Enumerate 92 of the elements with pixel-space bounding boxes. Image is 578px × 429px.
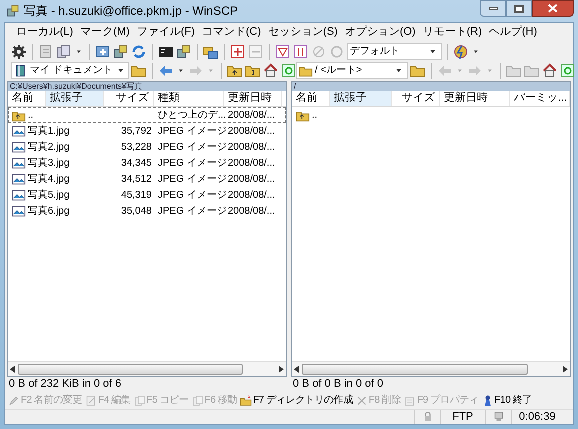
- image-file-icon: [12, 188, 26, 202]
- move-icon: [192, 394, 204, 406]
- file-row[interactable]: 写真1.jpg 35,792 JPEG イメージ2008/08/...: [8, 123, 286, 139]
- minimize-button[interactable]: [480, 0, 506, 17]
- file-row[interactable]: 写真2.jpg 53,228 JPEG イメージ2008/08/...: [8, 139, 286, 155]
- menu-item[interactable]: ローカル(L): [15, 24, 74, 40]
- profile-dropdown[interactable]: デフォルト: [347, 43, 442, 60]
- sync-icon[interactable]: [131, 44, 147, 60]
- table-cell: 2008/08/...: [228, 188, 276, 202]
- home-icon[interactable]: [263, 62, 279, 78]
- file-row[interactable]: 写真4.jpg 34,512 JPEG イメージ2008/08/...: [8, 171, 286, 187]
- menu-item[interactable]: セッション(S): [267, 24, 339, 40]
- scroll-left-arrow-icon[interactable]: [294, 366, 300, 372]
- table-cell: 2008/08/...: [228, 140, 276, 154]
- edit-icon: [85, 394, 98, 406]
- selection-status: 0 B of 232 KiB in 0 of 6: [8, 377, 123, 392]
- table-cell: 53,228: [121, 140, 152, 154]
- refresh-icon[interactable]: [281, 62, 297, 78]
- function-key-button[interactable]: F10 終了: [482, 393, 532, 408]
- lightning-globe-icon[interactable]: [453, 44, 469, 60]
- file-name: 写真6.jpg: [28, 204, 70, 218]
- file-name: 写真5.jpg: [28, 188, 70, 202]
- image-file-icon: [12, 140, 26, 154]
- delete-icon: [356, 394, 368, 406]
- menu-item[interactable]: ヘルプ(H): [488, 24, 538, 40]
- window-title: 写真 - h.suzuki@office.pkm.jp - WinSCP: [24, 3, 240, 20]
- table-cell: 2008/08/...: [228, 124, 276, 138]
- settings-icon[interactable]: [11, 44, 27, 60]
- table-cell: 34,512: [121, 172, 152, 186]
- table-cell: JPEG イメージ: [158, 172, 227, 186]
- table-cell: 45,319: [121, 188, 152, 202]
- table-cell: JPEG イメージ: [158, 204, 227, 218]
- table-cell: 35,048: [121, 204, 152, 218]
- table-cell: 34,345: [121, 156, 152, 170]
- copy-icon: [134, 394, 146, 406]
- home-icon[interactable]: [542, 62, 558, 78]
- file-name: 写真2.jpg: [28, 140, 70, 154]
- computer-icon: [492, 411, 504, 423]
- menu-item[interactable]: オプション(O): [344, 24, 417, 40]
- file-name: 写真1.jpg: [28, 124, 70, 138]
- file-row[interactable]: 写真5.jpg 45,319 JPEG イメージ2008/08/...: [8, 187, 286, 203]
- horizontal-scrollbar[interactable]: [8, 361, 286, 376]
- path-bar: /: [292, 82, 570, 91]
- selection-status: 0 B of 0 B in 0 of 0: [292, 377, 385, 392]
- file-name: 写真3.jpg: [28, 156, 70, 170]
- new-folder-icon: [240, 394, 252, 406]
- table-cell: JPEG イメージ: [158, 188, 227, 202]
- table-cell: JPEG イメージ: [158, 156, 227, 170]
- file-row[interactable]: .. ひとつ上のデ... 2008/08/...: [8, 107, 286, 123]
- elapsed-time: 0:06:39: [519, 410, 556, 425]
- file-name: ..: [312, 108, 318, 122]
- column-header[interactable]: 拡張子: [46, 91, 104, 106]
- maximize-button[interactable]: [506, 0, 532, 17]
- horizontal-scrollbar[interactable]: [292, 361, 570, 376]
- table-cell: 2008/08/...: [228, 108, 276, 122]
- menu-item[interactable]: ファイル(F): [136, 24, 196, 40]
- refresh-icon[interactable]: [560, 62, 576, 78]
- close-icon[interactable]: [548, 4, 558, 13]
- filter-icon[interactable]: [275, 44, 291, 60]
- scroll-right-arrow-icon[interactable]: [562, 366, 568, 372]
- pencil-icon: [8, 394, 20, 406]
- file-row[interactable]: 写真3.jpg 34,345 JPEG イメージ2008/08/...: [8, 155, 286, 171]
- table-cell: JPEG イメージ: [158, 140, 227, 154]
- scroll-right-arrow-icon[interactable]: [278, 366, 284, 372]
- app-icon: [6, 4, 20, 18]
- pages-icon[interactable]: [56, 44, 72, 60]
- table-cell: 35,792: [121, 124, 152, 138]
- close-button[interactable]: [532, 0, 574, 17]
- path-bar: C:¥Users¥h.suzuki¥Documents¥写真: [8, 82, 286, 91]
- function-key-button[interactable]: F7 ディレクトリの作成: [240, 393, 353, 408]
- table-cell: ひとつ上のデ...: [158, 108, 226, 122]
- scroll-left-arrow-icon[interactable]: [10, 366, 16, 372]
- menu-item[interactable]: リモート(R): [422, 24, 484, 40]
- file-name: ..: [28, 108, 34, 122]
- column-header[interactable]: 拡張子: [330, 91, 392, 106]
- file-row[interactable]: 写真6.jpg 35,048 JPEG イメージ2008/08/...: [8, 203, 286, 219]
- table-cell: 2008/08/...: [228, 204, 276, 218]
- table-cell: 2008/08/...: [228, 172, 276, 186]
- table-cell: JPEG イメージ: [158, 124, 227, 138]
- protocol-label: FTP: [452, 410, 474, 425]
- table-cell: 2008/08/...: [228, 156, 276, 170]
- location-dropdown[interactable]: / <ルート>: [296, 62, 408, 79]
- location-dropdown[interactable]: マイ ドキュメント: [11, 62, 129, 79]
- image-file-icon: [12, 172, 26, 186]
- file-name: 写真4.jpg: [28, 172, 70, 186]
- image-file-icon: [12, 156, 26, 170]
- book-icon: [14, 64, 28, 78]
- menu-item[interactable]: マーク(M): [79, 24, 131, 40]
- image-file-icon: [12, 124, 26, 138]
- image-file-icon: [12, 204, 26, 218]
- properties-icon: [404, 394, 416, 406]
- menu-item[interactable]: コマンド(C): [201, 24, 262, 40]
